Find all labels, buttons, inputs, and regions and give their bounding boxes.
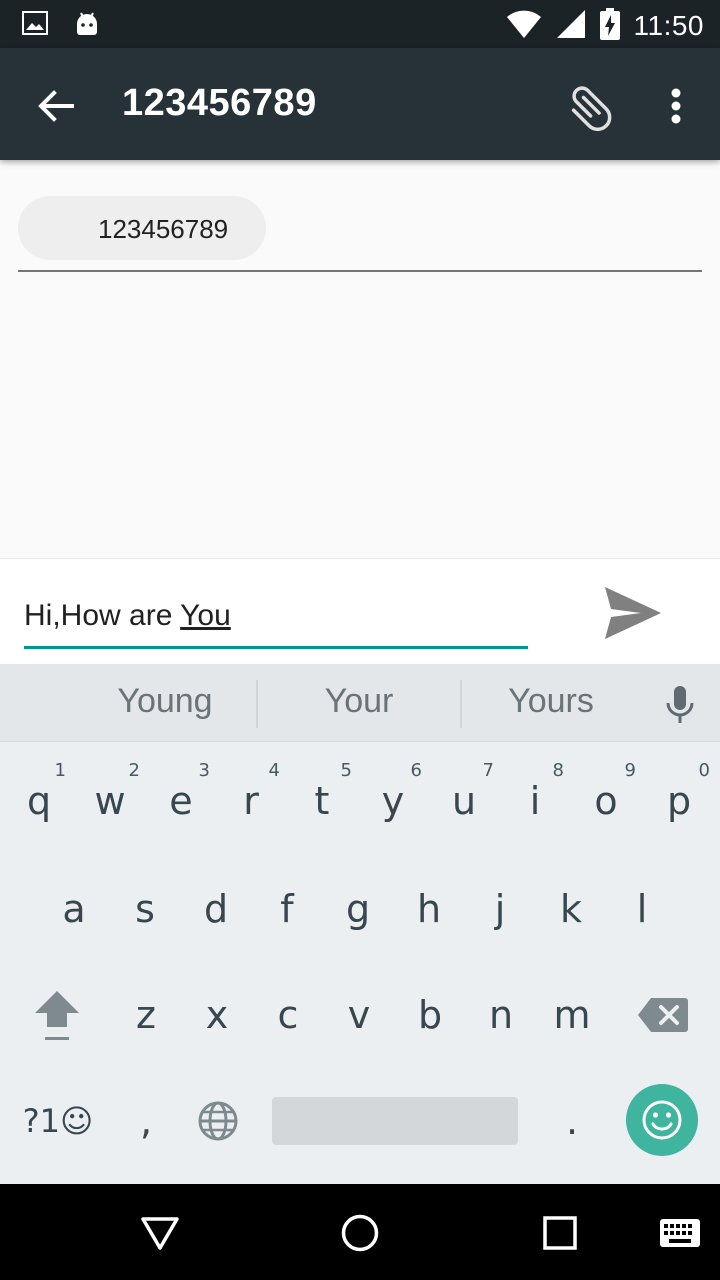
back-button[interactable] (30, 80, 82, 132)
suggestion-your[interactable]: Your (284, 682, 434, 721)
key-g[interactable]: g (322, 868, 394, 950)
message-text: Hi,How are (24, 599, 181, 632)
suggestion-yours[interactable]: Yours (476, 682, 626, 721)
compose-bar: Hi,How are You (0, 558, 720, 664)
key-n[interactable]: n (466, 974, 536, 1056)
symbols-key[interactable]: ?1☺ (10, 1080, 106, 1162)
key-x[interactable]: x (182, 974, 252, 1056)
key-w[interactable]: w2 (74, 760, 146, 842)
attach-button[interactable] (560, 74, 624, 138)
key-a[interactable]: a (38, 868, 110, 950)
key-h[interactable]: h (394, 868, 464, 950)
more-vert-icon (671, 88, 681, 124)
key-e[interactable]: e3 (146, 760, 216, 842)
recipient-chip[interactable]: 123456789 (18, 196, 266, 260)
key-d[interactable]: d (180, 868, 252, 950)
key-u[interactable]: u7 (428, 760, 500, 842)
soft-keyboard: Young Your Yours q1 w2 e3 r4 t5 y6 u7 i8… (0, 664, 720, 1184)
key-o[interactable]: o9 (570, 760, 642, 842)
recipient-number: 123456789 (98, 214, 229, 244)
key-k[interactable]: k (536, 868, 606, 950)
nav-keyboard-switch-button[interactable] (655, 1208, 705, 1258)
app-bar: 123456789 (0, 48, 720, 160)
key-l[interactable]: l (606, 868, 678, 950)
send-button[interactable] (598, 581, 668, 645)
composing-word: You (180, 599, 231, 632)
space-key[interactable] (272, 1097, 518, 1145)
backspace-key[interactable] (626, 974, 700, 1056)
nav-home-button[interactable] (335, 1208, 385, 1258)
key-q[interactable]: q1 (4, 760, 74, 842)
key-j[interactable]: j (464, 868, 536, 950)
arrow-back-icon (38, 90, 74, 122)
back-triangle-icon (141, 1217, 179, 1250)
key-c[interactable]: c (252, 974, 324, 1056)
message-input[interactable]: Hi,How are You (24, 597, 528, 649)
navigation-bar (0, 1184, 720, 1280)
key-v[interactable]: v (324, 974, 394, 1056)
smiley-icon (642, 1100, 682, 1140)
messaging-screen: 11:50 123456789 123456789 Hi,How are You (0, 0, 720, 1280)
globe-icon (198, 1101, 238, 1141)
image-notification-icon (22, 11, 48, 39)
signal-icon (556, 9, 586, 43)
status-time: 11:50 (633, 10, 704, 41)
paperclip-icon (571, 86, 612, 131)
key-t[interactable]: t5 (286, 760, 358, 842)
key-b[interactable]: b (394, 974, 466, 1056)
key-y[interactable]: y6 (358, 760, 428, 842)
suggestion-strip: Young Your Yours (0, 664, 720, 742)
recipient-field-underline (18, 270, 702, 272)
key-s[interactable]: s (110, 868, 180, 950)
home-circle-icon (341, 1214, 379, 1252)
battery-charging-icon (599, 8, 620, 44)
status-bar: 11:50 (0, 0, 720, 48)
period-key[interactable]: . (536, 1080, 608, 1162)
send-icon (605, 587, 661, 639)
key-m[interactable]: m (536, 974, 608, 1056)
more-options-button[interactable] (654, 74, 698, 138)
microphone-icon (666, 686, 694, 723)
key-i[interactable]: i8 (500, 760, 570, 842)
emoji-key[interactable] (626, 1084, 698, 1156)
keyboard-switch-icon (660, 1219, 700, 1247)
key-r[interactable]: r4 (216, 760, 286, 842)
comma-key[interactable]: , (110, 1080, 182, 1162)
key-p[interactable]: p0 (642, 760, 716, 842)
suggestion-divider (256, 680, 258, 728)
suggestion-young[interactable]: Young (90, 682, 240, 721)
wifi-icon (506, 9, 542, 43)
voice-input-button[interactable] (654, 680, 706, 730)
key-z[interactable]: z (110, 974, 182, 1056)
key-f[interactable]: f (252, 868, 322, 950)
conversation-title: 123456789 (122, 82, 317, 124)
backspace-icon (638, 998, 688, 1032)
suggestion-divider (460, 680, 462, 728)
shift-key[interactable] (20, 974, 94, 1056)
nav-back-button[interactable] (135, 1208, 185, 1258)
recents-square-icon (543, 1216, 577, 1250)
android-notification-icon (74, 10, 100, 40)
nav-recents-button[interactable] (535, 1208, 585, 1258)
shift-arrow-icon (35, 991, 79, 1040)
language-key[interactable] (182, 1080, 254, 1162)
